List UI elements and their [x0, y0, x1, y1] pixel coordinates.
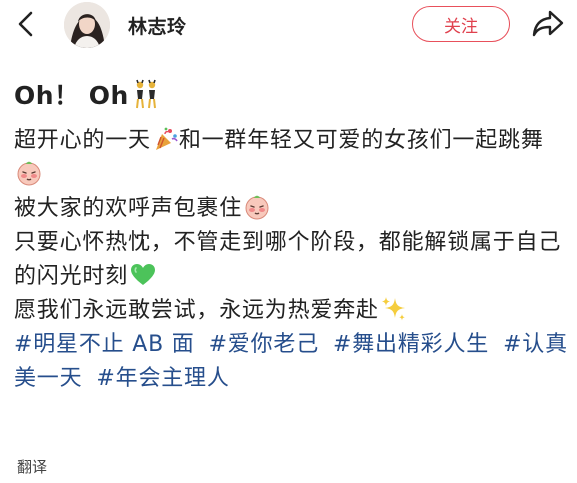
post-line-1: 超开心的一天 [14, 128, 151, 153]
hashtag[interactable]: #明星不止 AB 面 [14, 332, 195, 357]
post-line-2: 和一群年轻又可爱的女孩们一起跳舞 [178, 128, 544, 153]
post-paragraph: 超开心的一天 和一群年轻又可爱的女孩们一起跳舞 [14, 124, 570, 192]
hashtag-list: #明星不止 AB 面 #爱你老己 #舞出精彩人生 #认真美一天 #年会主理人 [14, 328, 570, 396]
username[interactable]: 林志玲 [128, 12, 187, 39]
post-line-5: 愿我们永远敢尝试，永远为热爱奔赴 [14, 298, 379, 323]
post-title: Oh！ Oh [14, 76, 161, 112]
share-button[interactable] [528, 6, 568, 42]
post-content: 超开心的一天 和一群年轻又可爱的女孩们一起跳舞 被大家的欢呼声包裹住 只要心怀热… [14, 124, 570, 396]
share-icon [532, 10, 564, 37]
post-line-3: 被大家的欢呼声包裹住 [14, 196, 243, 221]
hashtag[interactable]: #爱你老己 [209, 332, 319, 357]
post-paragraph: 只要心怀热忱，不管走到哪个阶段，都能解锁属于自己的闪光时刻 [14, 226, 570, 294]
follow-button[interactable]: 关注 [412, 6, 510, 42]
post-paragraph: 被大家的欢呼声包裹住 [14, 192, 570, 226]
back-button[interactable] [10, 8, 42, 40]
hashtag[interactable]: #年会主理人 [96, 366, 229, 391]
post-paragraph: 愿我们永远敢尝试，永远为热爱奔赴 [14, 294, 570, 328]
post-line-4: 只要心怀热忱，不管走到哪个阶段，都能解锁属于自己的闪光时刻 [14, 230, 562, 289]
sparkles-icon [381, 297, 405, 321]
party-popper-icon [155, 127, 178, 150]
shy-face-icon [17, 161, 41, 186]
avatar[interactable] [64, 2, 110, 48]
post-title-text: Oh！ Oh [14, 81, 129, 110]
dancing-women-icon [135, 79, 156, 109]
profile-photo [64, 2, 110, 48]
post-header: 林志玲 关注 [0, 0, 577, 52]
translate-button[interactable]: 翻译 [17, 456, 47, 477]
shy-face-icon [245, 195, 269, 220]
back-arrow-icon [18, 11, 33, 37]
hashtag[interactable]: #舞出精彩人生 [333, 332, 489, 357]
green-heart-icon [131, 264, 156, 285]
